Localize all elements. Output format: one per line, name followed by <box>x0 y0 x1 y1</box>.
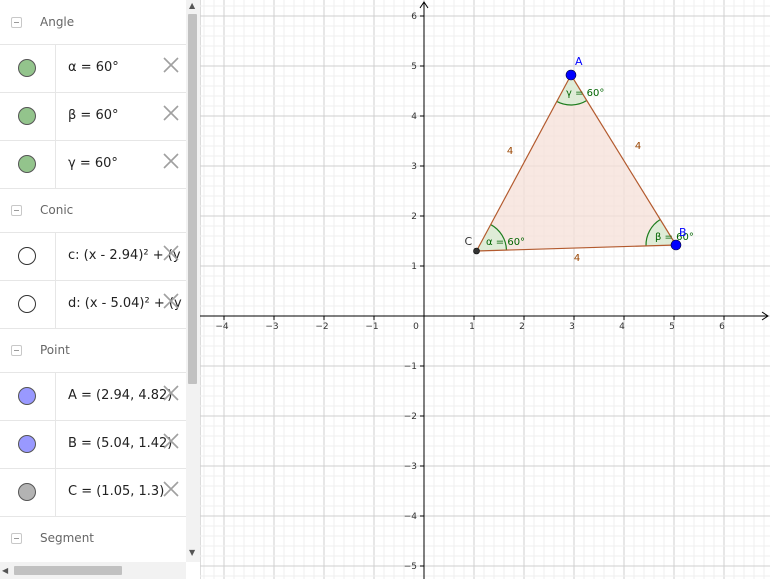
angle-label-gamma: γ = 60° <box>566 88 604 99</box>
x-tick-label: 6 <box>719 322 725 332</box>
angle-label-alpha: α = 60° <box>486 237 525 248</box>
scroll-up-arrow-icon[interactable]: ▲ <box>189 2 195 10</box>
visibility-cell <box>0 45 56 92</box>
x-tick-label: 1 <box>469 322 475 332</box>
delete-icon[interactable] <box>162 244 180 262</box>
x-tick-label: 2 <box>519 322 525 332</box>
graphics-view[interactable]: −4 −3 −2 −1 0 1 2 3 4 5 6 6 5 4 3 2 1 −1 −2 −3 −4 −5 4 4 4 α = 6… <box>200 0 770 579</box>
group-header-angle[interactable]: Angle <box>0 0 186 44</box>
visibility-cell <box>0 421 56 468</box>
group-label: Angle <box>40 15 75 29</box>
visibility-toggle-icon[interactable] <box>18 483 36 501</box>
point-c[interactable] <box>473 247 480 255</box>
point-a[interactable] <box>565 69 577 81</box>
point-label-b: B <box>679 226 687 239</box>
x-tick-label: 5 <box>669 322 675 332</box>
algebra-item[interactable]: B = (5.04, 1.42) <box>0 420 186 468</box>
y-tick-label: 4 <box>411 112 417 122</box>
group-label: Conic <box>40 203 74 217</box>
grid-lines <box>200 0 770 579</box>
delete-icon[interactable] <box>162 384 180 402</box>
visibility-cell <box>0 281 56 328</box>
visibility-toggle-icon[interactable] <box>18 295 36 313</box>
algebra-item[interactable]: c: (x - 2.94)² + (y - 4 <box>0 232 186 280</box>
scroll-down-arrow-icon[interactable]: ▼ <box>189 549 195 557</box>
collapse-icon[interactable] <box>11 532 22 544</box>
algebra-item[interactable]: β = 60° <box>0 92 186 140</box>
y-tick-label: 6 <box>411 12 417 22</box>
x-tick-label: −4 <box>215 322 229 332</box>
visibility-cell <box>0 141 56 188</box>
point-label-c: C <box>465 235 473 248</box>
visibility-cell <box>0 233 56 280</box>
y-tick-label: 5 <box>411 62 417 72</box>
delete-icon[interactable] <box>162 104 180 122</box>
group-header-conic[interactable]: Conic <box>0 188 186 232</box>
y-tick-label: 2 <box>411 212 417 222</box>
x-tick-label: 0 <box>413 322 419 332</box>
segment-label-bc: 4 <box>574 253 580 264</box>
y-tick-label: 3 <box>411 162 417 172</box>
algebra-item[interactable]: γ = 60° <box>0 140 186 188</box>
collapse-icon[interactable] <box>11 204 22 216</box>
point-label-a: A <box>575 55 583 68</box>
group-label: Point <box>40 343 70 357</box>
collapse-icon[interactable] <box>11 16 22 28</box>
visibility-toggle-icon[interactable] <box>18 435 36 453</box>
algebra-vertical-scrollbar[interactable]: ▲ ▼ <box>186 0 200 562</box>
visibility-toggle-icon[interactable] <box>18 155 36 173</box>
delete-icon[interactable] <box>162 56 180 74</box>
segment-label-ab: 4 <box>635 141 641 152</box>
y-tick-label: −4 <box>404 512 418 522</box>
y-tick-label: −5 <box>404 562 417 572</box>
vertical-scroll-thumb[interactable] <box>188 14 197 384</box>
scroll-left-arrow-icon[interactable]: ◀ <box>2 567 8 575</box>
collapse-icon[interactable] <box>11 344 22 356</box>
algebra-item[interactable]: A = (2.94, 4.82) <box>0 372 186 420</box>
visibility-cell <box>0 373 56 420</box>
algebra-view: Angle α = 60° β = 60° γ = 60° Conic c: (x - 2… <box>0 0 201 579</box>
group-header-point[interactable]: Point <box>0 328 186 372</box>
group-label: Segment <box>40 531 94 545</box>
y-tick-label: −2 <box>404 412 417 422</box>
x-tick-label: 3 <box>569 322 575 332</box>
visibility-toggle-icon[interactable] <box>18 247 36 265</box>
segment-label-ca: 4 <box>507 146 513 157</box>
group-header-segment[interactable]: Segment <box>0 516 186 560</box>
delete-icon[interactable] <box>162 480 180 498</box>
x-tick-label: −3 <box>265 322 278 332</box>
visibility-cell <box>0 93 56 140</box>
visibility-toggle-icon[interactable] <box>18 107 36 125</box>
delete-icon[interactable] <box>162 152 180 170</box>
y-tick-label: 1 <box>411 262 417 272</box>
visibility-cell <box>0 469 56 516</box>
algebra-horizontal-scrollbar[interactable]: ◀ <box>0 562 186 579</box>
algebra-item[interactable]: C = (1.05, 1.3) <box>0 468 186 516</box>
visibility-toggle-icon[interactable] <box>18 387 36 405</box>
y-tick-label: −1 <box>404 362 417 372</box>
horizontal-scroll-thumb[interactable] <box>14 566 122 575</box>
point-b[interactable] <box>670 239 682 251</box>
x-tick-label: −1 <box>365 322 378 332</box>
algebra-item[interactable]: d: (x - 5.04)² + (y - <box>0 280 186 328</box>
algebra-item[interactable]: α = 60° <box>0 44 186 92</box>
visibility-toggle-icon[interactable] <box>18 59 36 77</box>
y-tick-label: −3 <box>404 462 417 472</box>
delete-icon[interactable] <box>162 292 180 310</box>
x-tick-label: −2 <box>315 322 328 332</box>
delete-icon[interactable] <box>162 432 180 450</box>
x-tick-label: 4 <box>619 322 625 332</box>
